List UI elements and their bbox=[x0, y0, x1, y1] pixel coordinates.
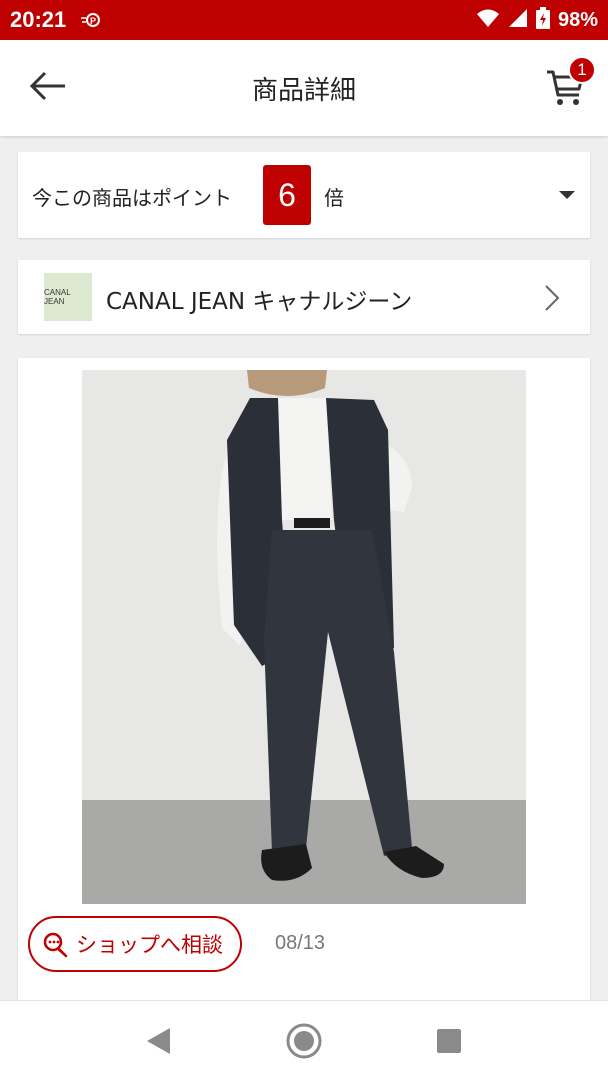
svg-text:P: P bbox=[90, 16, 96, 26]
chat-bubble-icon bbox=[42, 930, 70, 958]
status-bar: 20:21 P 98% bbox=[0, 0, 608, 40]
cart-count-badge: 1 bbox=[568, 56, 596, 84]
caret-down-icon bbox=[559, 191, 575, 199]
shop-logo-text: CANAL JEAN bbox=[44, 288, 71, 306]
shop-link[interactable]: CANAL JEAN CANAL JEAN キャナルジーン bbox=[18, 260, 590, 334]
nav-recents-icon[interactable] bbox=[436, 1028, 462, 1054]
status-time: 20:21 bbox=[10, 7, 67, 32]
pay-icon: P bbox=[80, 12, 102, 28]
product-image[interactable] bbox=[82, 370, 526, 904]
shop-logo: CANAL JEAN bbox=[44, 273, 92, 321]
status-icons: 98% bbox=[476, 7, 598, 33]
battery-level: 98% bbox=[557, 8, 598, 31]
system-nav-bar bbox=[0, 1000, 608, 1080]
page-title: 商品詳細 bbox=[251, 76, 356, 106]
points-prefix-text: 今この商品はポイント bbox=[32, 186, 232, 210]
app-header: 商品詳細 bbox=[0, 40, 608, 136]
points-suffix-text: 倍 bbox=[324, 186, 344, 210]
wifi-icon bbox=[476, 8, 500, 32]
points-multiplier: 6 bbox=[263, 165, 311, 225]
points-banner[interactable]: 今この商品はポイント 6 倍 bbox=[18, 152, 590, 238]
date-text: 08/13 bbox=[275, 932, 326, 954]
nav-home-icon[interactable] bbox=[285, 1022, 323, 1060]
product-card: ショップへ相談 08/13 bbox=[18, 358, 590, 1058]
cart-icon bbox=[545, 70, 585, 112]
nav-back-icon[interactable] bbox=[144, 1026, 172, 1056]
battery-icon bbox=[535, 7, 550, 33]
chevron-right-icon bbox=[542, 284, 562, 312]
consult-shop-button[interactable]: ショップへ相談 bbox=[28, 916, 242, 972]
shop-name: CANAL JEAN キャナルジーン bbox=[106, 289, 413, 315]
consult-shop-label: ショップへ相談 bbox=[76, 933, 223, 957]
signal-icon bbox=[508, 8, 528, 32]
